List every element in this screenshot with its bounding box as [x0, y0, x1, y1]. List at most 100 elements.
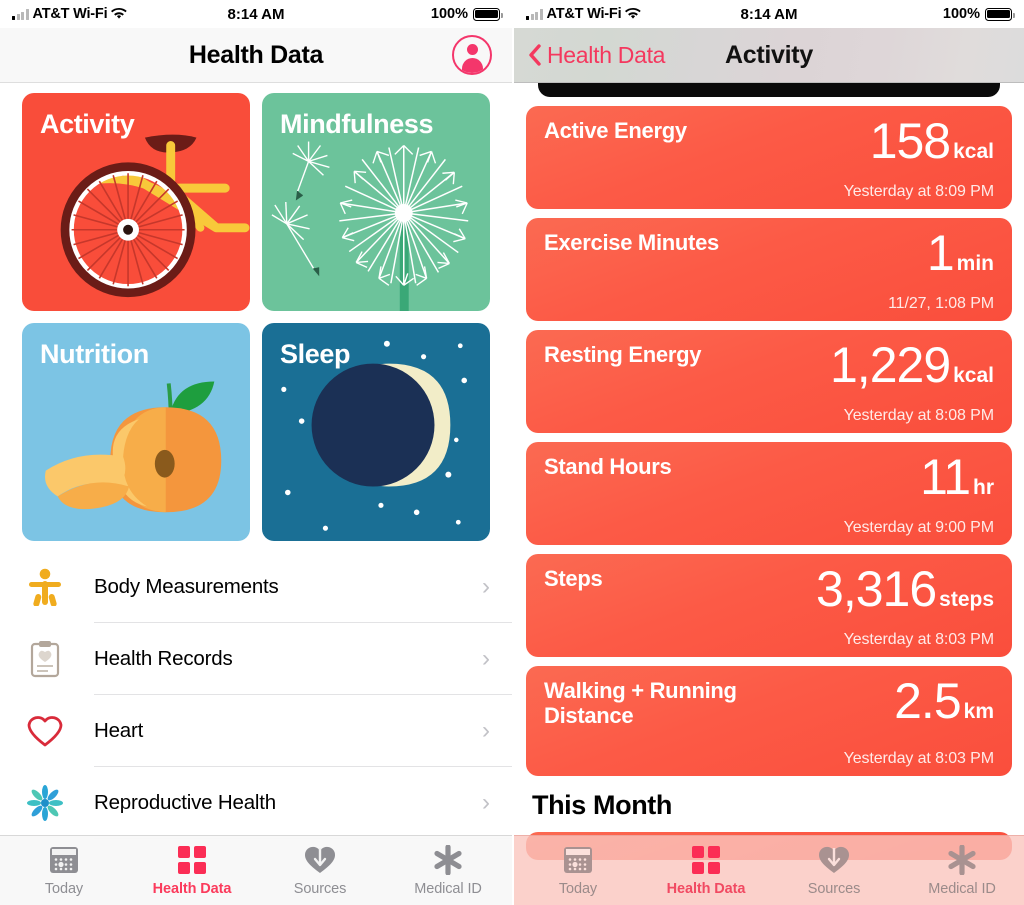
chevron-right-icon: › [482, 645, 490, 672]
metric-card-steps[interactable]: Steps 3,316 steps Yesterday at 8:03 PM [526, 554, 1012, 657]
profile-avatar-icon[interactable] [452, 35, 492, 75]
metric-unit: steps [939, 588, 994, 611]
list-item-label: Health Records [94, 647, 233, 670]
medical-asterisk-icon [947, 844, 977, 876]
four-squares-icon [692, 844, 720, 876]
battery-full-icon [473, 7, 503, 21]
tab-medical-id[interactable]: Medical ID [384, 844, 512, 897]
metric-value: 1 [926, 225, 955, 281]
tab-label: Medical ID [414, 881, 482, 897]
battery-percent-label: 100% [430, 6, 468, 22]
status-bar-left-group: AT&T Wi-Fi [526, 6, 943, 22]
heart-download-icon [304, 844, 336, 876]
carrier-label: AT&T Wi-Fi [32, 6, 108, 22]
tab-health-data[interactable]: Health Data [642, 844, 770, 897]
tab-bar-right: Today Health Data Sources Medical ID [514, 835, 1024, 905]
wifi-icon [111, 8, 128, 20]
signal-bars-icon [12, 8, 29, 20]
tab-medical-id[interactable]: Medical ID [898, 844, 1024, 897]
status-bar-right-group: 100% [430, 6, 503, 22]
flower-burst-icon [22, 785, 68, 821]
tile-label: Nutrition [40, 339, 149, 369]
list-item-label: Heart [94, 719, 144, 742]
tab-health-data[interactable]: Health Data [128, 844, 256, 897]
metric-name: Stand Hours [544, 454, 672, 479]
clipboard-icon [22, 640, 68, 678]
metric-name: Exercise Minutes [544, 230, 719, 255]
chevron-right-icon: › [482, 789, 490, 816]
left-phone-screen: AT&T Wi-Fi 8:14 AM 100% Health Data Acti… [0, 0, 512, 905]
tile-nutrition[interactable]: Nutrition [22, 323, 250, 541]
metric-unit: kcal [953, 140, 994, 163]
metric-timestamp: Yesterday at 8:03 PM [843, 750, 995, 767]
tile-sleep[interactable]: Sleep [262, 323, 490, 541]
metric-value: 3,316 [816, 561, 937, 617]
carrier-label: AT&T Wi-Fi [546, 6, 622, 22]
tab-sources[interactable]: Sources [770, 844, 898, 897]
list-item-heart[interactable]: Heart › [0, 695, 512, 767]
metric-name: Steps [544, 566, 603, 591]
tab-label: Medical ID [928, 881, 996, 897]
metric-value: 11 [920, 449, 971, 505]
metric-timestamp: Yesterday at 8:03 PM [843, 631, 995, 648]
four-squares-icon [178, 844, 206, 876]
tab-label: Health Data [666, 881, 746, 897]
metric-timestamp: 11/27, 1:08 PM [888, 295, 994, 312]
status-bar-left: AT&T Wi-Fi 8:14 AM 100% [0, 0, 512, 28]
tile-mindfulness[interactable]: Mindfulness [262, 93, 490, 311]
tab-label: Today [44, 881, 84, 897]
calendar-icon [563, 844, 593, 876]
back-button-label: Health Data [547, 41, 666, 68]
metric-card-walking-running-distance[interactable]: Walking + Running Distance 2.5 km Yester… [526, 666, 1012, 776]
activity-scroll-area[interactable]: Active Energy 158 kcal Yesterday at 8:09… [514, 83, 1024, 905]
dual-screenshot-container: AT&T Wi-Fi 8:14 AM 100% Health Data Acti… [0, 0, 1024, 905]
list-item-body-measurements[interactable]: Body Measurements › [0, 551, 512, 623]
battery-full-icon [985, 7, 1015, 21]
tab-today[interactable]: Today [514, 844, 642, 897]
health-data-scroll-area[interactable]: Activity Mindfulness Nutrition Sleep Bod… [0, 83, 512, 905]
tile-label: Sleep [280, 339, 351, 369]
list-item-health-records[interactable]: Health Records › [0, 623, 512, 695]
status-bar-left-group: AT&T Wi-Fi [12, 6, 431, 22]
metric-card-active-energy[interactable]: Active Energy 158 kcal Yesterday at 8:09… [526, 106, 1012, 209]
back-button[interactable]: Health Data [514, 42, 665, 69]
metric-name: Resting Energy [544, 342, 702, 367]
tab-today[interactable]: Today [0, 844, 128, 897]
metric-timestamp: Yesterday at 8:09 PM [843, 183, 995, 200]
heart-download-icon [818, 844, 850, 876]
signal-bars-icon [526, 8, 543, 20]
chevron-right-icon: › [482, 717, 490, 744]
metric-unit: min [956, 252, 994, 275]
category-tile-grid: Activity Mindfulness Nutrition Sleep [0, 83, 512, 541]
metric-card-resting-energy[interactable]: Resting Energy 1,229 kcal Yesterday at 8… [526, 330, 1012, 433]
list-item-reproductive-health[interactable]: Reproductive Health › [0, 767, 512, 839]
status-bar-right-group: 100% [943, 6, 1015, 22]
avatar-head [466, 44, 478, 55]
tab-sources[interactable]: Sources [256, 844, 384, 897]
avatar-body [461, 58, 483, 73]
tile-label: Mindfulness [280, 109, 434, 139]
metric-value-group: 11 hr [920, 448, 994, 507]
status-bar-right: AT&T Wi-Fi 8:14 AM 100% [514, 0, 1024, 28]
nav-bar-activity: Health Data Activity [514, 28, 1024, 83]
metric-name: Walking + Running Distance [544, 678, 737, 728]
metric-value-group: 2.5 km [894, 672, 994, 731]
list-item-label: Body Measurements [94, 575, 279, 598]
tile-label: Activity [40, 109, 135, 139]
metric-card-stand-hours[interactable]: Stand Hours 11 hr Yesterday at 9:00 PM [526, 442, 1012, 545]
right-phone-screen: AT&T Wi-Fi 8:14 AM 100% Health Data Acti… [512, 0, 1024, 905]
tab-label: Sources [807, 881, 861, 897]
health-category-list: Body Measurements › Health Records › Hea… [0, 541, 512, 839]
metric-card-exercise-minutes[interactable]: Exercise Minutes 1 min 11/27, 1:08 PM [526, 218, 1012, 321]
metric-value: 1,229 [830, 337, 951, 393]
metric-timestamp: Yesterday at 9:00 PM [843, 519, 995, 536]
metric-value-group: 1,229 kcal [830, 336, 994, 395]
section-header-this-month: This Month [532, 790, 672, 820]
metric-value-group: 158 kcal [870, 112, 994, 171]
medical-asterisk-icon [433, 844, 463, 876]
tile-activity[interactable]: Activity [22, 93, 250, 311]
metric-name: Active Energy [544, 118, 687, 143]
metric-unit: hr [973, 476, 994, 499]
heart-outline-icon [22, 714, 68, 748]
list-item-label: Reproductive Health [94, 791, 276, 814]
